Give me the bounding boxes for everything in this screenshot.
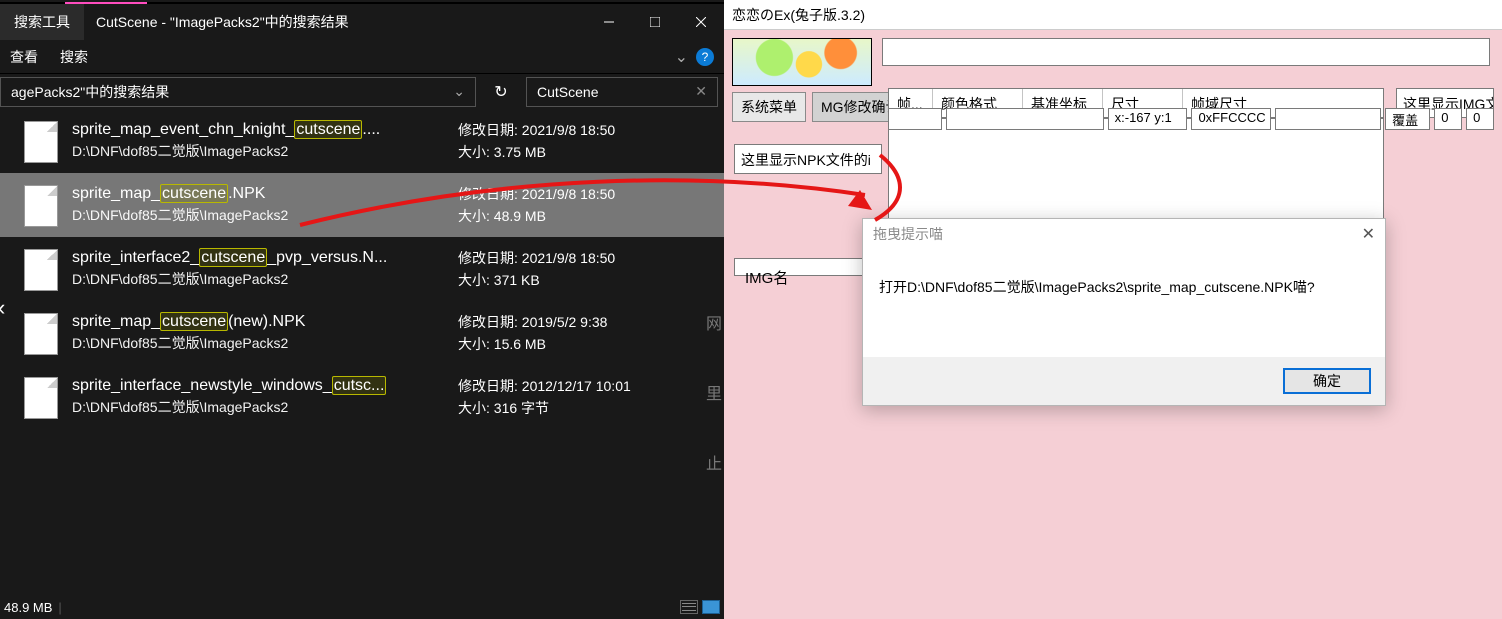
menu-search[interactable]: 搜索 — [60, 47, 88, 67]
top-accent — [0, 0, 724, 4]
file-name: sprite_map_cutscene.NPK — [72, 183, 444, 205]
path-field[interactable] — [882, 38, 1490, 66]
file-meta: 修改日期: 2021/9/8 18:50大小: 371 KB — [458, 247, 615, 291]
help-icon[interactable]: ? — [696, 48, 714, 66]
extool-title-bar: 恋恋のEx(兔子版.3.2) — [724, 0, 1502, 30]
search-value: CutScene — [537, 84, 598, 100]
title-bar: 搜索工具 CutScene - "ImagePacks2"中的搜索结果 — [0, 4, 724, 40]
dialog-title: 拖曳提示喵 — [873, 224, 943, 244]
system-menu-button[interactable]: 系统菜单 — [732, 92, 806, 122]
file-meta: 修改日期: 2019/5/2 9:38大小: 15.6 MB — [458, 311, 607, 355]
img-panel-label: IMG名 — [745, 270, 788, 287]
menu-view[interactable]: 查看 — [10, 47, 38, 67]
status-bar: 48.9 MB | — [0, 595, 724, 619]
status-coord: x:-167 y:1 — [1108, 108, 1188, 130]
file-meta: 修改日期: 2021/9/8 18:50大小: 48.9 MB — [458, 183, 615, 227]
status-cell — [946, 108, 1104, 130]
file-row[interactable]: sprite_map_cutscene(new).NPKD:\DNF\dof85… — [0, 301, 724, 365]
file-name: sprite_interface_newstyle_windows_cutsc.… — [72, 375, 444, 397]
chevron-down-icon[interactable]: ⌄ — [453, 83, 465, 100]
file-name: sprite_interface2_cutscene_pvp_versus.N.… — [72, 247, 444, 269]
file-icon — [24, 377, 58, 419]
confirm-dialog: 拖曳提示喵 ✕ 打开D:\DNF\dof85二觉版\ImagePacks2\sp… — [862, 218, 1386, 406]
file-meta: 修改日期: 2021/9/8 18:50大小: 3.75 MB — [458, 119, 615, 163]
search-input[interactable]: CutScene ✕ — [526, 77, 718, 107]
file-icon — [24, 185, 58, 227]
menu-bar: 查看 搜索 ⌄ ? — [0, 40, 724, 74]
file-path: D:\DNF\dof85二觉版\ImagePacks2 — [72, 269, 444, 289]
status-size: 48.9 MB — [4, 600, 52, 615]
file-list: sprite_map_event_chn_knight_cutscene....… — [0, 109, 724, 429]
dialog-title-bar[interactable]: 拖曳提示喵 ✕ — [863, 219, 1385, 249]
file-path: D:\DNF\dof85二觉版\ImagePacks2 — [72, 333, 444, 353]
status-zero-b: 0 — [1466, 108, 1494, 130]
breadcrumb[interactable]: agePacks2"中的搜索结果 ⌄ — [0, 77, 476, 107]
file-icon — [24, 249, 58, 291]
status-cell — [888, 108, 942, 130]
close-icon[interactable]: ✕ — [1362, 224, 1375, 244]
extool-title: 恋恋のEx(兔子版.3.2) — [732, 5, 865, 25]
file-name: sprite_map_cutscene(new).NPK — [72, 311, 444, 333]
dialog-body: 打开D:\DNF\dof85二觉版\ImagePacks2\sprite_map… — [863, 249, 1385, 307]
details-view-icon[interactable] — [680, 600, 698, 614]
status-color: 0xFFCCCC — [1191, 108, 1271, 130]
chevron-down-icon[interactable]: ⌄ — [675, 47, 688, 67]
file-icon — [24, 313, 58, 355]
explorer-window: 搜索工具 CutScene - "ImagePacks2"中的搜索结果 查看 搜… — [0, 0, 724, 619]
address-row: agePacks2"中的搜索结果 ⌄ ↻ CutScene ✕ — [0, 74, 724, 109]
file-path: D:\DNF\dof85二觉版\ImagePacks2 — [72, 397, 444, 417]
file-name: sprite_map_event_chn_knight_cutscene.... — [72, 119, 444, 141]
search-tools-tab[interactable]: 搜索工具 — [0, 4, 84, 40]
thumbnail-view-icon[interactable] — [702, 600, 720, 614]
window-title: CutScene - "ImagePacks2"中的搜索结果 — [84, 4, 586, 40]
status-zero-a: 0 — [1434, 108, 1462, 130]
refresh-icon[interactable]: ↻ — [486, 82, 516, 102]
breadcrumb-text: agePacks2"中的搜索结果 — [11, 82, 169, 102]
file-path: D:\DNF\dof85二觉版\ImagePacks2 — [72, 205, 444, 225]
bottom-status-row: x:-167 y:1 0xFFCCCC 覆盖 0 0 — [888, 108, 1494, 130]
file-icon — [24, 121, 58, 163]
file-path: D:\DNF\dof85二觉版\ImagePacks2 — [72, 141, 444, 161]
status-cover: 覆盖 — [1385, 108, 1430, 130]
npk-hint-box: 这里显示NPK文件的i — [734, 144, 882, 174]
maximize-button[interactable] — [632, 4, 678, 40]
status-cell — [1275, 108, 1381, 130]
ok-button[interactable]: 确定 — [1283, 368, 1371, 394]
file-row[interactable]: sprite_map_event_chn_knight_cutscene....… — [0, 109, 724, 173]
file-row[interactable]: sprite_map_cutscene.NPKD:\DNF\dof85二觉版\I… — [0, 173, 724, 237]
clear-search-icon[interactable]: ✕ — [695, 83, 707, 100]
dialog-footer: 确定 — [863, 357, 1385, 405]
close-button[interactable] — [678, 4, 724, 40]
file-meta: 修改日期: 2012/12/17 10:01大小: 316 字节 — [458, 375, 631, 419]
file-row[interactable]: sprite_interface_newstyle_windows_cutsc.… — [0, 365, 724, 429]
minimize-button[interactable] — [586, 4, 632, 40]
background-text: 网 里 止 — [706, 290, 722, 500]
file-row[interactable]: sprite_interface2_cutscene_pvp_versus.N.… — [0, 237, 724, 301]
avatar-image — [732, 38, 872, 86]
